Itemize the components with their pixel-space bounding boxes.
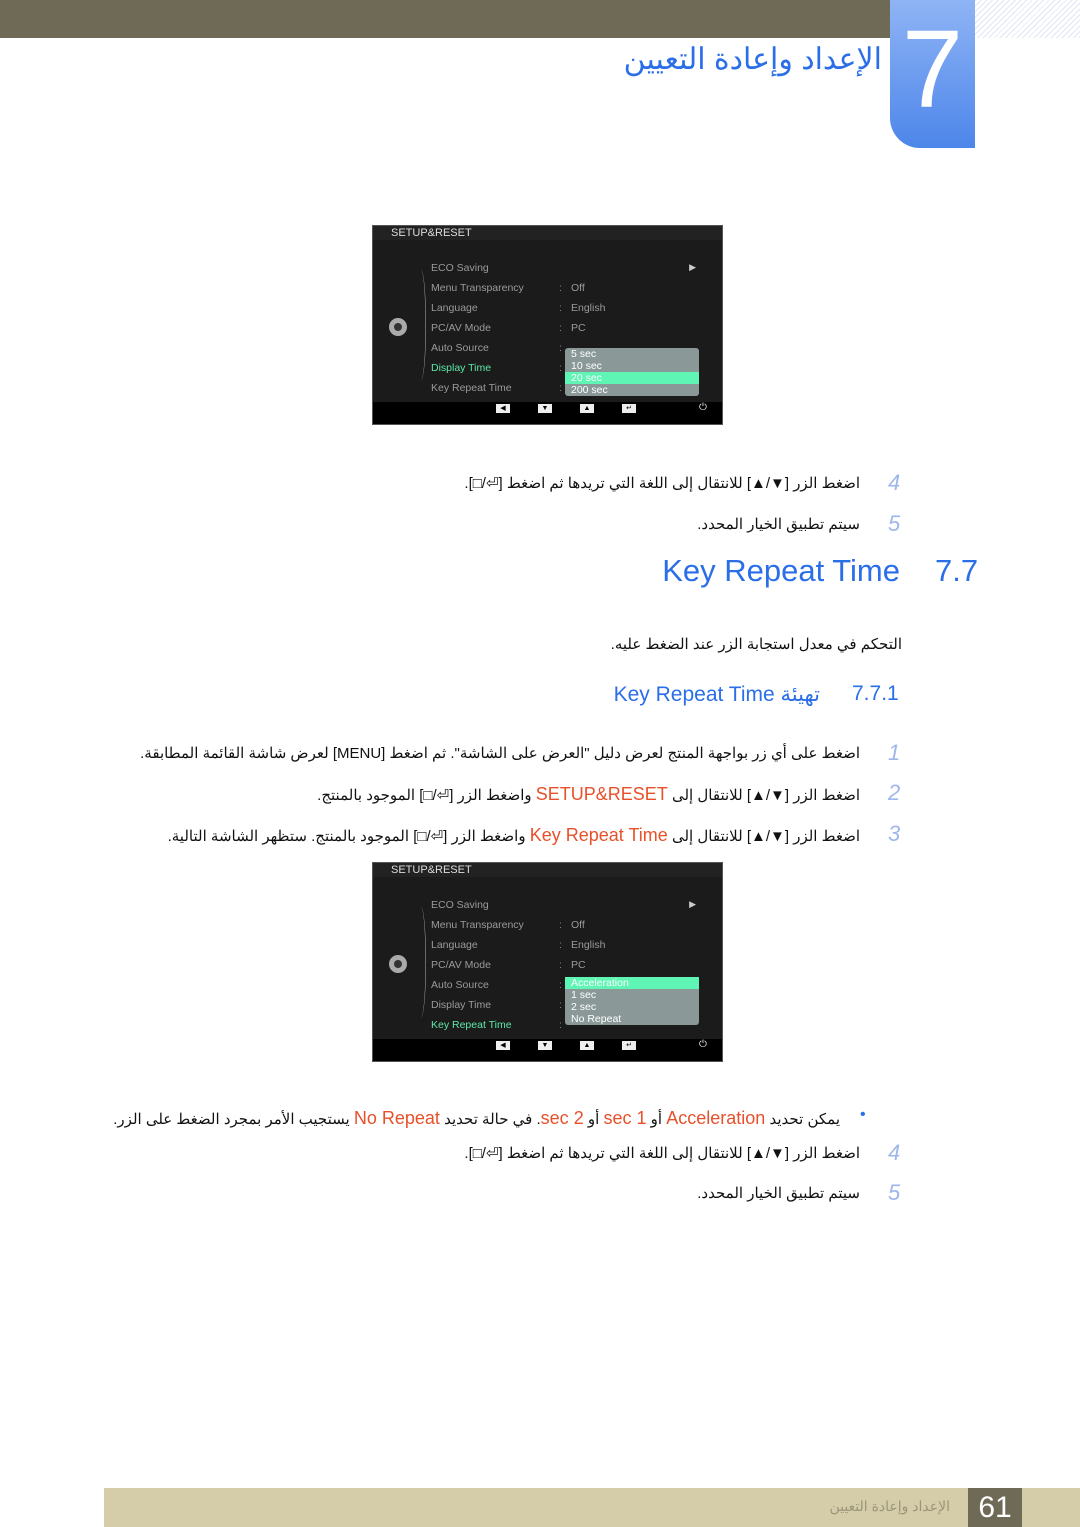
step-number: 5 [888, 511, 901, 536]
decorative-hatch [975, 0, 1080, 38]
text: . في حالة تحديد [439, 1111, 541, 1128]
osd-button-bar: ◀ ▼ ▲ ↵ ⏻ [373, 402, 722, 424]
section-description: التحكم في معدل استجابة الزر عند الضغط عل… [610, 636, 902, 653]
up-icon[interactable]: ▲ [580, 404, 594, 413]
dropdown-option[interactable]: 5 sec [565, 348, 699, 360]
osd-menu-item[interactable]: Language: English [431, 302, 721, 322]
page-number: 61 [968, 1488, 1022, 1527]
left-icon[interactable]: ◀ [496, 404, 510, 413]
gear-icon [389, 318, 407, 336]
osd-body: ▶ ECO Saving Menu Transparency: Off Language… [373, 877, 722, 1041]
step-number: 3 [888, 821, 901, 846]
left-icon[interactable]: ◀ [496, 1041, 510, 1050]
dropdown-option[interactable]: 10 sec [565, 360, 699, 372]
dropdown-option[interactable]: No Repeat [565, 1013, 699, 1025]
dropdown-option[interactable]: 200 sec [565, 384, 699, 396]
step-text: اضغط الزر [▼/▲] للانتقال إلى اللغة التي … [464, 475, 860, 492]
down-icon[interactable]: ▼ [538, 1041, 552, 1050]
osd-menu-display-time: SETUP&RESET ▶ ECO Saving Menu Transparency:… [372, 225, 723, 425]
text: يستجيب الأمر بمجرد الضغط على الزر. [113, 1111, 354, 1128]
chapter-tab: 7 [890, 0, 975, 148]
osd-button-bar: ◀ ▼ ▲ ↵ ⏻ [373, 1039, 722, 1061]
power-icon[interactable]: ⏻ [699, 1039, 707, 1050]
subsection-title: تهيئة Key Repeat Time [613, 683, 820, 706]
section-number: 7.7 [935, 553, 979, 588]
step-text: سيتم تطبيق الخيار المحدد. [697, 516, 860, 533]
text: واضغط الزر [⏎/□] الموجود بالمنتج. [317, 787, 536, 804]
osd-dropdown: 5 sec 10 sec 20 sec 200 sec [565, 348, 699, 396]
dropdown-option[interactable]: 1 sec [565, 989, 699, 1001]
option: 1 sec [603, 1108, 647, 1128]
text: يمكن تحديد [765, 1111, 840, 1128]
enter-icon[interactable]: ↵ [622, 404, 636, 413]
osd-menu-item[interactable]: PC/AV Mode: PC [431, 959, 721, 979]
top-bar [0, 0, 890, 38]
down-icon[interactable]: ▼ [538, 404, 552, 413]
osd-menu-item[interactable]: PC/AV Mode: PC [431, 322, 721, 342]
step-number: 1 [888, 740, 901, 765]
option: No Repeat [353, 1108, 440, 1128]
osd-title: SETUP&RESET [373, 863, 722, 877]
step-number: 4 [888, 1140, 901, 1165]
text: واضغط الزر [⏎/□] الموجود بالمنتج. ستظهر … [167, 828, 530, 845]
text: اضغط الزر [▼/▲] للانتقال إلى [667, 787, 860, 804]
text: أو [583, 1111, 604, 1128]
subsection-number: 7.7.1 [852, 682, 899, 705]
dropdown-option[interactable]: Acceleration [565, 977, 699, 989]
osd-menu-item[interactable]: Menu Transparency: Off [431, 919, 721, 939]
footer-title: الإعداد وإعادة التعيين [829, 1498, 950, 1514]
dropdown-option[interactable]: 20 sec [565, 372, 699, 384]
osd-menu-item[interactable]: Menu Transparency: Off [431, 282, 721, 302]
text: اضغط الزر [▼/▲] للانتقال إلى [667, 828, 860, 845]
gear-icon [389, 955, 407, 973]
osd-menu-item[interactable]: ECO Saving [431, 262, 721, 282]
step-text: اضغط الزر [▼/▲] للانتقال إلى اللغة التي … [464, 1145, 860, 1162]
step-text: اضغط الزر [▼/▲] للانتقال إلى Key Repeat … [168, 825, 860, 846]
power-icon[interactable]: ⏻ [699, 402, 707, 413]
option: Acceleration [666, 1108, 766, 1128]
osd-body: ▶ ECO Saving Menu Transparency: Off Language… [373, 240, 722, 404]
osd-title: SETUP&RESET [373, 226, 722, 240]
bullet-icon: • [860, 1106, 866, 1123]
step-text: سيتم تطبيق الخيار المحدد. [697, 1185, 860, 1202]
osd-menu-item[interactable]: Language: English [431, 939, 721, 959]
enter-icon[interactable]: ↵ [622, 1041, 636, 1050]
menu-name: SETUP&RESET [535, 784, 668, 804]
up-icon[interactable]: ▲ [580, 1041, 594, 1050]
menu-name: Key Repeat Time [529, 825, 668, 845]
step-number: 2 [888, 780, 901, 805]
option: 2 sec [540, 1108, 584, 1128]
step-text: اضغط على أي زر بواجهة المنتج لعرض دليل "… [140, 745, 860, 762]
text: أو [646, 1111, 667, 1128]
step-number: 4 [888, 470, 901, 495]
step-text: اضغط الزر [▼/▲] للانتقال إلى SETUP&RESET… [317, 784, 860, 805]
osd-dropdown: Acceleration 1 sec 2 sec No Repeat [565, 977, 699, 1025]
osd-menu-item[interactable]: ECO Saving [431, 899, 721, 919]
chapter-title: الإعداد وإعادة التعيين [623, 43, 882, 76]
osd-menu-key-repeat-time: SETUP&RESET ▶ ECO Saving Menu Transparency:… [372, 862, 723, 1062]
step-number: 5 [888, 1180, 901, 1205]
arc-decoration [416, 270, 426, 380]
arc-decoration [416, 907, 426, 1017]
section-title: Key Repeat Time [662, 553, 900, 588]
note-text: يمكن تحديد Acceleration أو 1 sec أو 2 se… [113, 1108, 840, 1129]
dropdown-option[interactable]: 2 sec [565, 1001, 699, 1013]
